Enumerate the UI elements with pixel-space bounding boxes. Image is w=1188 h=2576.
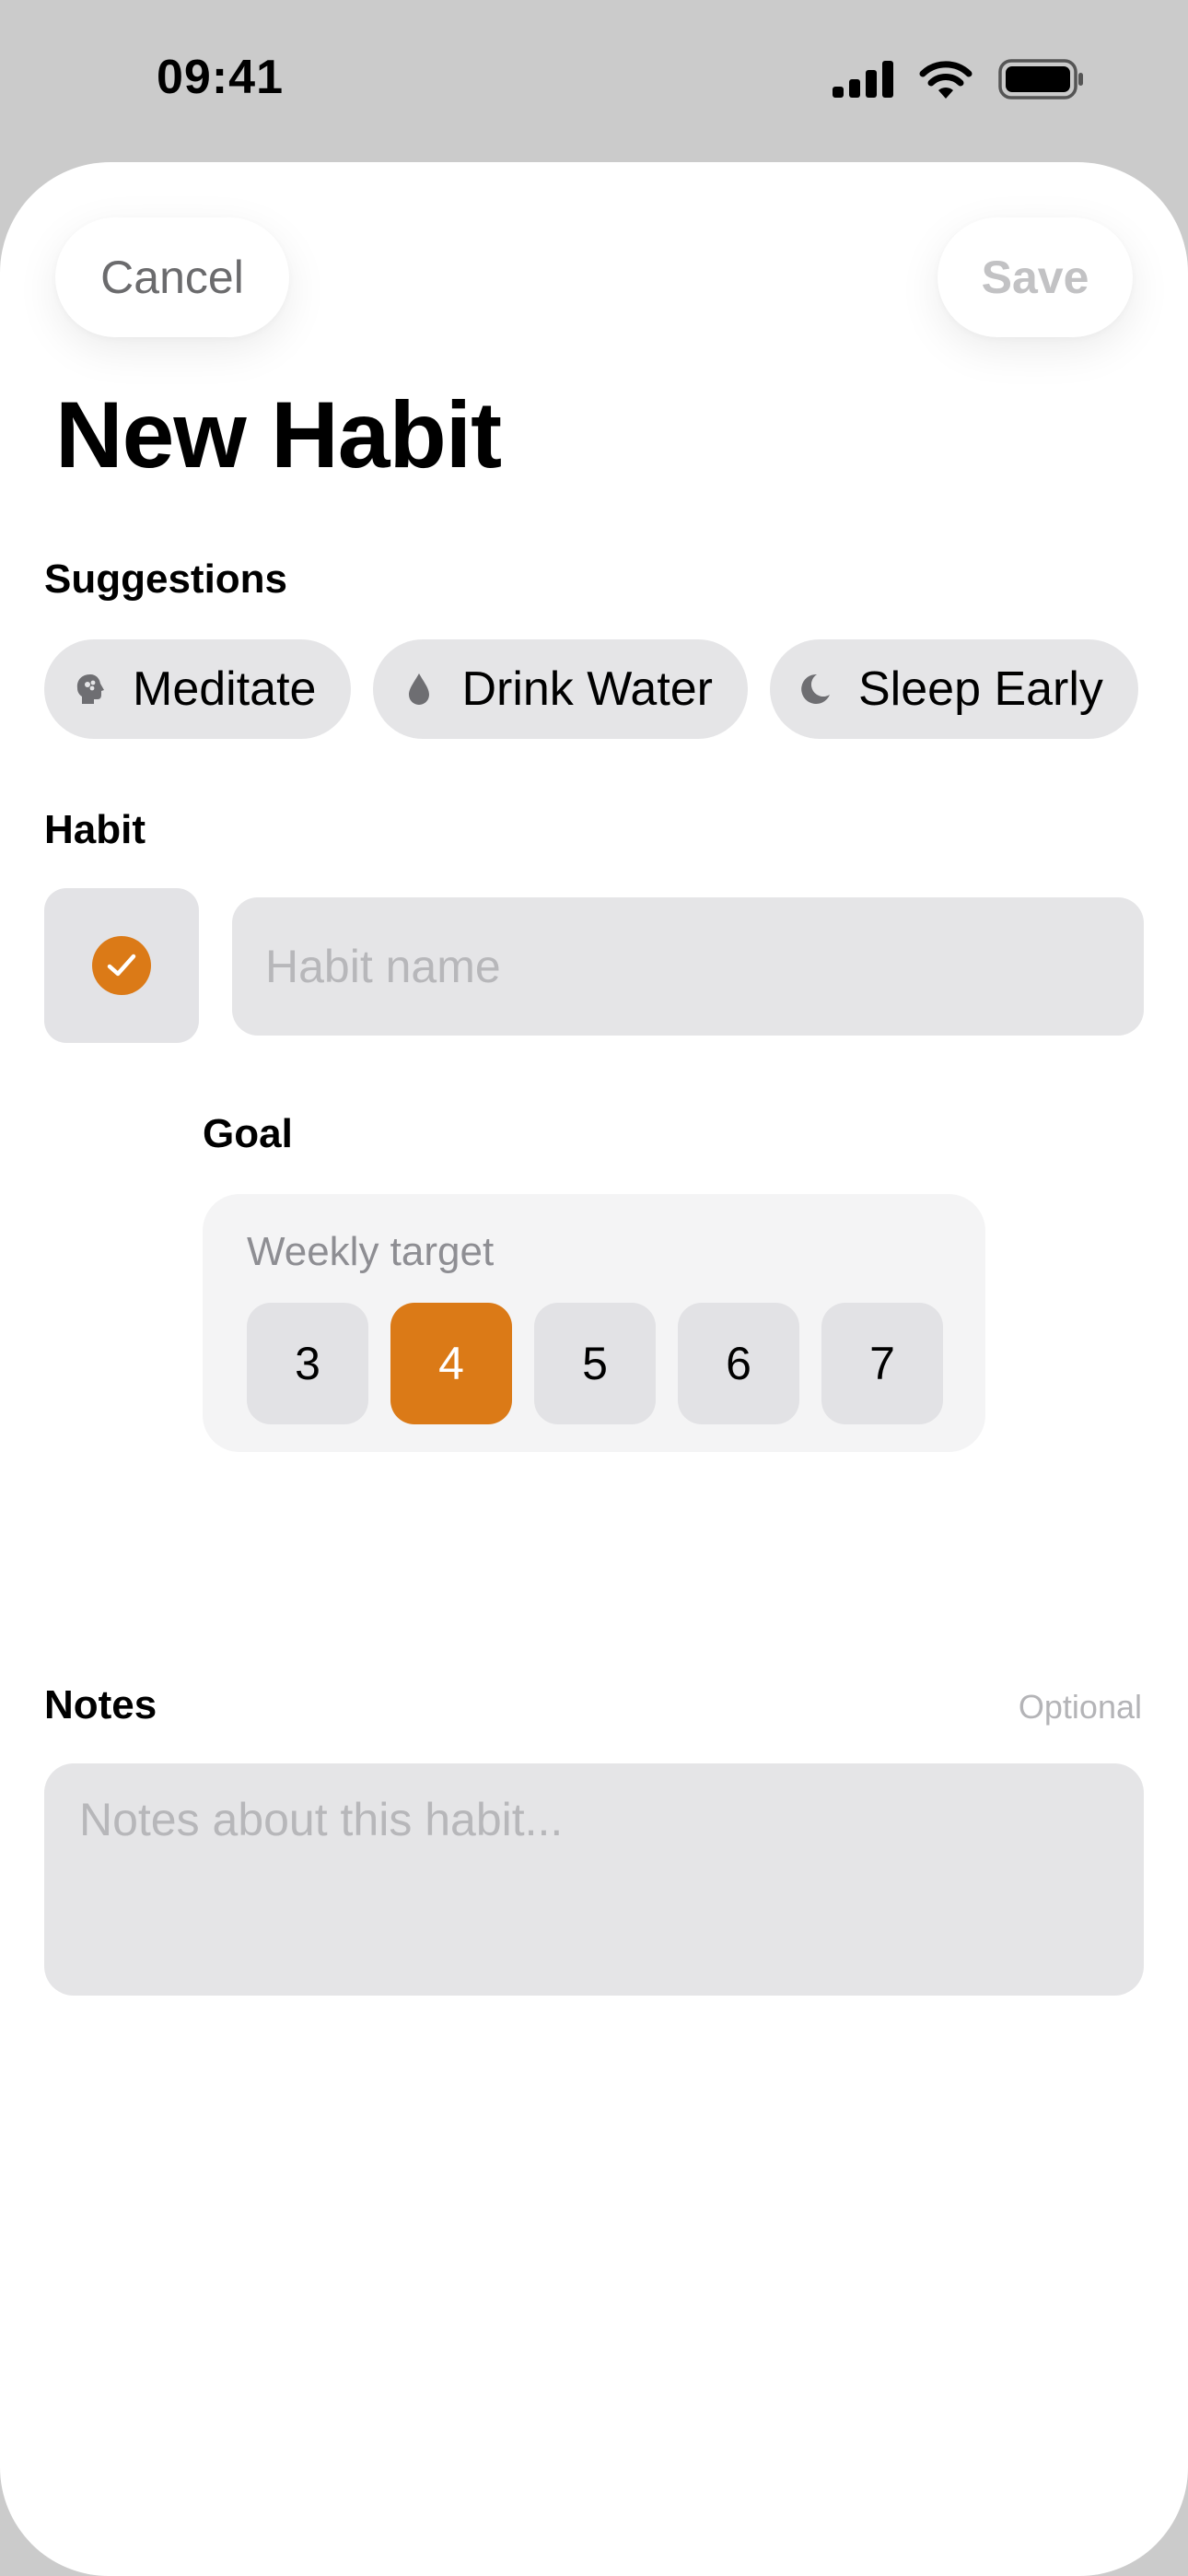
suggestion-chip-drink-water[interactable]: Drink Water: [373, 639, 748, 739]
suggestion-label: Sleep Early: [858, 662, 1103, 716]
save-button[interactable]: Save: [938, 217, 1133, 337]
moon-icon: [801, 673, 831, 706]
cancel-button[interactable]: Cancel: [55, 217, 289, 337]
suggestion-chip-meditate[interactable]: Meditate: [44, 639, 352, 739]
suggestion-label: Meditate: [133, 662, 317, 716]
suggestions-label: Suggestions: [44, 556, 288, 602]
goal-option-6[interactable]: 6: [678, 1303, 799, 1424]
habit-icon-picker[interactable]: [44, 888, 199, 1043]
goal-option-5[interactable]: 5: [534, 1303, 656, 1424]
checkmark-circle-icon: [92, 936, 151, 995]
suggestion-chip-sleep-early[interactable]: Sleep Early: [770, 639, 1138, 739]
habit-name-input[interactable]: [232, 897, 1144, 1036]
habit-label: Habit: [44, 807, 146, 852]
goal-option-7[interactable]: 7: [821, 1303, 943, 1424]
status-icons: [833, 59, 1085, 100]
goal-option-3[interactable]: 3: [247, 1303, 368, 1424]
suggestion-label: Drink Water: [461, 662, 713, 716]
brain-head-icon: [76, 673, 105, 706]
page-title: New Habit: [55, 382, 502, 487]
notes-label: Notes: [44, 1682, 157, 1727]
cellular-signal-icon: [833, 61, 893, 98]
battery-icon: [998, 59, 1083, 100]
status-time: 09:41: [157, 51, 284, 104]
notes-input[interactable]: [44, 1763, 1144, 1996]
weekly-target-options: 3 4 5 6 7: [247, 1303, 943, 1424]
goal-card: Weekly target 3 4 5 6 7: [203, 1194, 985, 1452]
weekly-target-label: Weekly target: [247, 1229, 495, 1274]
status-bar: 09:41: [0, 0, 1188, 162]
water-drop-icon: [404, 673, 434, 706]
goal-label: Goal: [203, 1111, 293, 1156]
wifi-icon: [919, 61, 973, 99]
new-habit-sheet: Cancel Save New Habit Suggestions Medita…: [0, 162, 1188, 2576]
suggestions-list: Meditate Drink Water Sleep Early: [44, 639, 1138, 739]
goal-option-4[interactable]: 4: [390, 1303, 512, 1424]
notes-optional-label: Optional: [1018, 1688, 1142, 1726]
